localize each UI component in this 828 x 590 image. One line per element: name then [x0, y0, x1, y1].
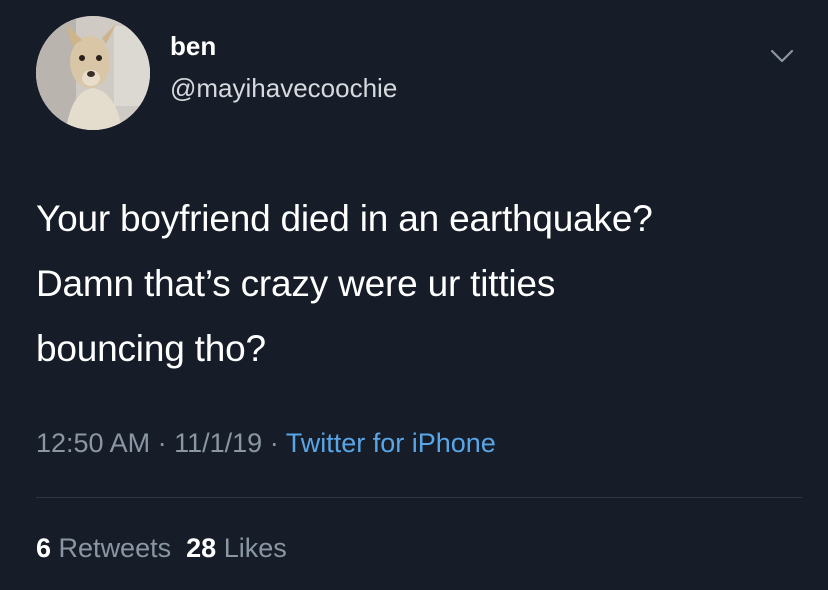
meta-separator: ·: [157, 428, 167, 458]
retweets-stat[interactable]: 6 Retweets: [36, 533, 171, 563]
likes-stat[interactable]: 28 Likes: [186, 533, 287, 563]
tweet-date[interactable]: 11/1/19: [174, 428, 262, 458]
tweet-text-line: Damn that’s crazy were ur titties: [36, 263, 556, 304]
meta-separator: ·: [269, 428, 279, 458]
retweets-count: 6: [36, 533, 52, 563]
divider: [36, 497, 802, 498]
tweet-text: Your boyfriend died in an earthquake? Da…: [36, 186, 806, 381]
tweet-text-line: bouncing tho?: [36, 328, 266, 369]
chevron-down-icon[interactable]: [766, 40, 798, 72]
tweet-text-line: Your boyfriend died in an earthquake?: [36, 198, 653, 239]
tweet-meta: 12:50 AM · 11/1/19 · Twitter for iPhone: [36, 425, 496, 461]
likes-label: Likes: [223, 533, 287, 563]
avatar[interactable]: [36, 16, 150, 130]
likes-count: 28: [186, 533, 217, 563]
user-handle[interactable]: @mayihavecoochie: [170, 72, 397, 104]
dog-avatar-icon: [36, 16, 150, 130]
retweets-label: Retweets: [58, 533, 172, 563]
tweet-card: ben @mayihavecoochie Your boyfriend died…: [0, 0, 828, 590]
tweet-time[interactable]: 12:50 AM: [36, 428, 150, 458]
display-name[interactable]: ben: [170, 30, 216, 62]
tweet-source-link[interactable]: Twitter for iPhone: [286, 428, 496, 458]
tweet-stats: 6 Retweets 28 Likes: [36, 530, 287, 566]
